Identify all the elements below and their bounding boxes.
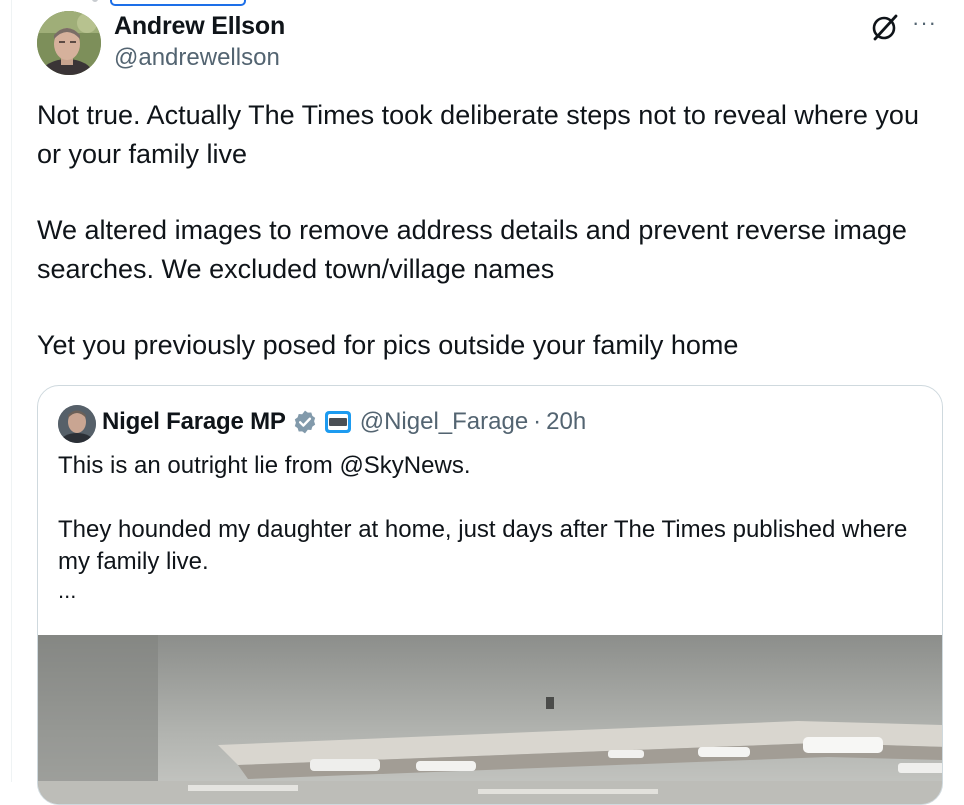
quoted-tweet-card[interactable]: Nigel Farage MP @Nigel_Farage · 20h This… — [37, 385, 943, 805]
cropped-connector-dot — [92, 0, 98, 2]
cropped-parent-element — [110, 0, 246, 6]
quoted-author-avatar[interactable] — [58, 405, 96, 443]
quoted-avatar-image — [58, 405, 96, 443]
tweet-paragraph: Yet you previously posed for pics outsid… — [37, 330, 739, 360]
author-avatar-image — [37, 11, 101, 75]
quoted-tweet-text: This is an outright lie from @SkyNews. T… — [58, 450, 918, 602]
more-icon[interactable]: ··· — [912, 10, 942, 40]
quoted-paragraph: This is an outright lie from @SkyNews. — [58, 452, 471, 479]
affiliation-badge-icon[interactable] — [324, 411, 351, 433]
tweet-paragraph: Not true. Actually The Times took delibe… — [37, 100, 919, 169]
quoted-paragraph: They hounded my daughter at home, just d… — [58, 516, 908, 575]
timeline-left-border — [11, 0, 12, 782]
media-photo — [38, 635, 942, 804]
tweet-text: Not true. Actually The Times took delibe… — [37, 96, 937, 365]
quoted-author-name[interactable]: Nigel Farage MP — [102, 408, 286, 436]
author-handle[interactable]: @andrewellson — [114, 44, 280, 72]
quoted-author-handle[interactable]: @Nigel_Farage — [360, 408, 528, 436]
quoted-media-image[interactable] — [38, 635, 942, 804]
truncation-ellipsis: ... — [58, 578, 77, 603]
quoted-timestamp[interactable]: 20h — [546, 408, 586, 436]
quoted-tweet-header: Nigel Farage MP @Nigel_Farage · 20h — [102, 408, 586, 436]
grok-icon[interactable] — [870, 12, 900, 42]
verified-badge-icon — [292, 409, 318, 435]
author-name[interactable]: Andrew Ellson — [114, 12, 285, 41]
tweet-paragraph: We altered images to remove address deta… — [37, 215, 907, 284]
header-separator: · — [533, 408, 542, 435]
author-avatar[interactable] — [37, 11, 101, 75]
